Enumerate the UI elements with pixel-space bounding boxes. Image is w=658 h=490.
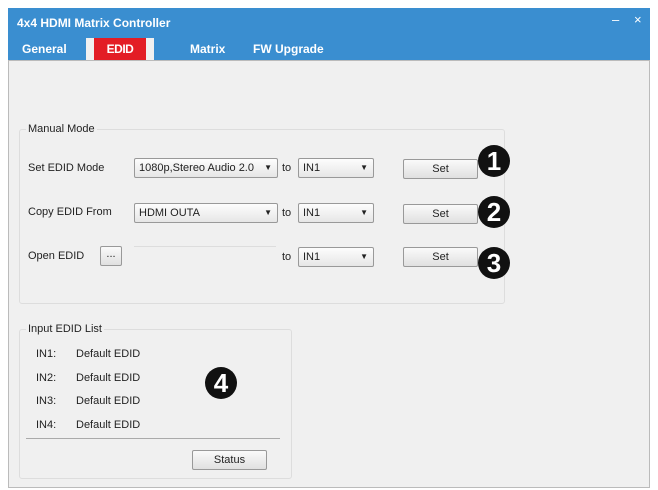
callout-1: 1 [478, 145, 510, 177]
browse-button[interactable]: ... [100, 246, 122, 266]
set-edid-mode-button[interactable]: Set [403, 159, 478, 179]
edid-panel: Manual Mode Set EDID Mode 1080p,Stereo A… [8, 60, 650, 488]
copy-source-select[interactable]: HDMI OUTA ▼ [134, 203, 278, 223]
list-item-in1: IN1: Default EDID [36, 348, 140, 360]
target-input-select[interactable]: IN1 ▼ [298, 158, 374, 178]
open-edid-set-button[interactable]: Set [403, 247, 478, 267]
input-name: IN1: [36, 348, 57, 360]
divider [26, 438, 280, 439]
status-button[interactable]: Status [192, 450, 267, 470]
tab-edid[interactable]: EDID [86, 38, 154, 60]
edid-value: Default EDID [76, 348, 141, 360]
edid-mode-value: 1080p,Stereo Audio 2.0 [139, 162, 254, 174]
list-item-in4: IN4: Default EDID [36, 419, 140, 431]
chevron-down-icon: ▼ [264, 163, 272, 172]
chevron-down-icon: ▼ [264, 208, 272, 217]
edid-value: Default EDID [76, 419, 141, 431]
tab-fw-upgrade[interactable]: FW Upgrade [253, 38, 324, 60]
tab-matrix[interactable]: Matrix [190, 38, 225, 60]
minimize-button[interactable]: – [612, 12, 619, 27]
input-name: IN4: [36, 419, 57, 431]
to-label: to [282, 207, 292, 219]
set-edid-mode-label: Set EDID Mode [28, 162, 105, 174]
input-name: IN3: [36, 395, 57, 407]
input-edid-list-group: Input EDID List IN1: Default EDID IN2: Def… [19, 323, 292, 479]
window-title: 4x4 HDMI Matrix Controller [17, 16, 171, 30]
callout-3: 3 [478, 247, 510, 279]
app-window: 4x4 HDMI Matrix Controller – × General E… [8, 8, 650, 488]
input-edid-list-title: Input EDID List [26, 323, 104, 335]
target-input-select[interactable]: IN1 ▼ [298, 203, 374, 223]
edid-value: Default EDID [76, 395, 141, 407]
input-name: IN2: [36, 372, 57, 384]
callout-4: 4 [205, 367, 237, 399]
copy-edid-from-label: Copy EDID From [28, 206, 112, 218]
list-item-in3: IN3: Default EDID [36, 395, 140, 407]
target-value: IN1 [303, 207, 321, 219]
target-input-select[interactable]: IN1 ▼ [298, 247, 374, 267]
to-label: to [282, 162, 292, 174]
copy-source-value: HDMI OUTA [139, 207, 200, 219]
callout-2: 2 [478, 196, 510, 228]
tab-edid-label: EDID [94, 38, 146, 60]
to-label: to [282, 251, 292, 263]
manual-mode-title: Manual Mode [26, 123, 97, 135]
open-edid-label: Open EDID [28, 250, 85, 262]
list-item-in2: IN2: Default EDID [36, 372, 140, 384]
target-value: IN1 [303, 251, 321, 263]
chevron-down-icon: ▼ [360, 163, 368, 172]
close-button[interactable]: × [634, 12, 642, 27]
edid-mode-select[interactable]: 1080p,Stereo Audio 2.0 ▼ [134, 158, 278, 178]
tab-general[interactable]: General [22, 38, 67, 60]
copy-edid-set-button[interactable]: Set [403, 204, 478, 224]
chevron-down-icon: ▼ [360, 252, 368, 261]
edid-value: Default EDID [76, 372, 141, 384]
chevron-down-icon: ▼ [360, 208, 368, 217]
edid-file-path-input[interactable] [134, 246, 276, 267]
manual-mode-group: Manual Mode Set EDID Mode 1080p,Stereo A… [19, 123, 505, 304]
target-value: IN1 [303, 162, 321, 174]
